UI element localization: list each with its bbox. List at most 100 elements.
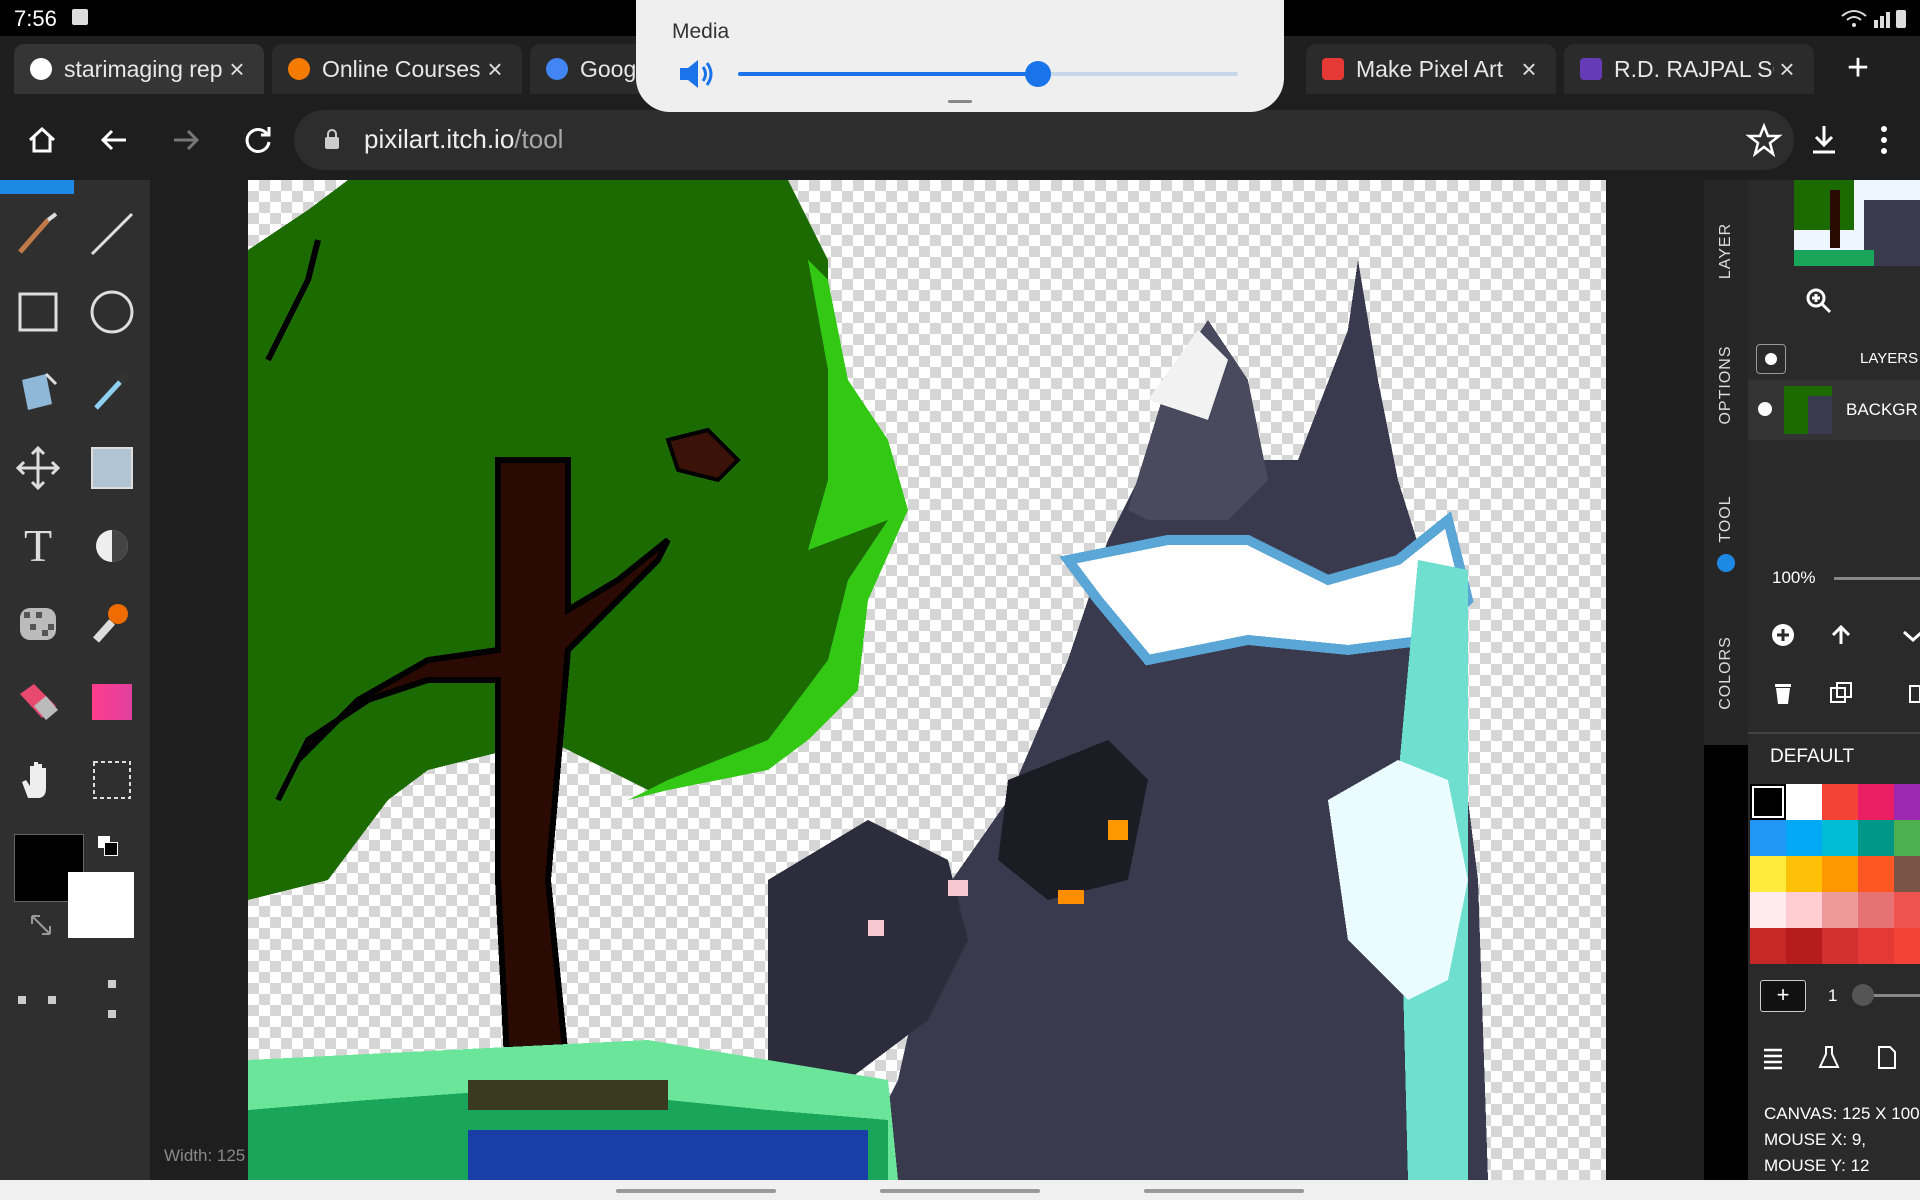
canvas-preview[interactable] [1794,180,1920,266]
lock-icon [325,129,339,149]
reset-colors-icon[interactable] [28,912,54,938]
pixel-canvas[interactable] [248,180,1606,1180]
list-icon[interactable] [1760,1044,1786,1070]
close-tab-icon[interactable]: × [224,56,250,82]
text-icon[interactable]: T [12,520,64,572]
merge-layer-icon[interactable] [1908,680,1920,706]
star-icon[interactable] [1742,118,1786,162]
site-icon [288,58,310,80]
add-color-button[interactable]: + [1760,980,1806,1012]
add-layer-icon[interactable] [1770,622,1796,648]
brush-size-knob[interactable] [1852,984,1874,1006]
forward-icon[interactable] [164,118,208,162]
palette-swatch[interactable] [1750,856,1786,892]
palette-swatch[interactable] [1786,892,1822,928]
flask-icon[interactable] [1816,1044,1842,1070]
move-layer-up-icon[interactable] [1828,622,1854,648]
gesture-handle [1144,1189,1304,1193]
home-icon[interactable] [20,118,64,162]
palette-swatch[interactable] [1894,856,1920,892]
rectangle-icon[interactable] [12,286,64,338]
zoom-slider[interactable] [1834,577,1920,580]
crop-icon[interactable] [86,754,138,806]
volume-knob[interactable] [1025,61,1051,87]
tab-rd-rajpal[interactable]: R.D. RAJPAL SC × [1564,44,1814,94]
palette-swatch[interactable] [1822,784,1858,820]
palette-swatch[interactable] [1750,820,1786,856]
palette-swatch[interactable] [1822,856,1858,892]
stamp-icon[interactable] [86,598,138,650]
line-icon[interactable] [86,208,138,260]
palette-swatch[interactable] [1858,928,1894,964]
palette-swatch[interactable] [1858,820,1894,856]
close-tab-icon[interactable]: × [1516,56,1542,82]
speaker-icon[interactable] [676,54,716,94]
palette-swatch[interactable] [1822,892,1858,928]
mouse-x-info: MOUSE X: 9, [1764,1130,1867,1149]
palette-swatch[interactable] [1894,820,1920,856]
tab-colors[interactable]: COLORS [1704,620,1748,730]
palette-swatch[interactable] [1894,892,1920,928]
lighten-icon[interactable] [86,520,138,572]
reload-icon[interactable] [236,118,280,162]
document-icon[interactable] [1874,1044,1900,1070]
download-icon[interactable] [1802,118,1846,162]
layer-settings-icon[interactable] [1756,344,1786,374]
tab-make-pixel-art[interactable]: Make Pixel Art × [1306,44,1556,94]
layer-row[interactable]: BACKGR [1748,380,1920,440]
palette-swatch[interactable] [1894,928,1920,964]
plus-icon[interactable]: + [1838,48,1878,88]
palette-swatch[interactable] [1786,928,1822,964]
selection-fill-icon[interactable] [86,442,138,494]
palette-swatch[interactable] [1894,784,1920,820]
volume-slider[interactable] [738,61,1238,87]
dither-icon[interactable] [12,598,64,650]
layer-name: BACKGR [1846,400,1918,419]
palette-swatch[interactable] [1750,928,1786,964]
close-tab-icon[interactable]: × [1774,56,1800,82]
signal-icon [1841,10,1906,28]
tab-online-courses[interactable]: Online Courses × [272,44,522,94]
tab-label: LAYER [1717,222,1734,280]
palette-swatch[interactable] [1750,892,1786,928]
palette-swatch[interactable] [1750,784,1786,820]
palette-swatch[interactable] [1786,856,1822,892]
bucket-icon[interactable] [12,364,64,416]
url-path: /tool [514,124,564,154]
close-tab-icon[interactable]: × [482,56,508,82]
brush-size-slider[interactable] [1852,984,1920,1006]
ellipse-icon[interactable] [86,286,138,338]
popup-drag-handle[interactable] [948,100,972,103]
duplicate-layer-icon[interactable] [1828,680,1854,706]
back-icon[interactable] [92,118,136,162]
palette-swatch[interactable] [1858,892,1894,928]
move-icon[interactable] [12,442,64,494]
tab-title: Online Courses [322,55,481,82]
active-tab-dot [1717,554,1735,572]
eraser-icon[interactable] [12,676,64,728]
layer-visibility-icon[interactable] [1758,402,1772,416]
palette-swatch[interactable] [1822,820,1858,856]
palette-swatch[interactable] [1786,820,1822,856]
palette-swatch[interactable] [1858,784,1894,820]
eyedropper-icon[interactable] [86,364,138,416]
move-layer-down-icon[interactable] [1900,622,1920,648]
tab-layer[interactable]: LAYER [1704,200,1748,300]
hand-icon[interactable] [12,754,64,806]
zoom-in-icon[interactable] [1804,286,1834,316]
secondary-color-swatch[interactable] [68,872,134,938]
gradient-icon[interactable] [86,676,138,728]
palette-swatch[interactable] [1786,784,1822,820]
address-bar[interactable]: pixilart.itch.io/tool [294,110,1794,170]
clock: 7:56 [14,6,57,31]
palette-swatch[interactable] [1858,856,1894,892]
tab-tool[interactable]: TOOL [1704,470,1748,580]
delete-layer-icon[interactable] [1770,680,1796,706]
tab-options[interactable]: OPTIONS [1704,334,1748,434]
menu-icon[interactable] [1862,118,1906,162]
palette-swatch[interactable] [1822,928,1858,964]
brush-icon[interactable] [12,208,64,260]
active-tool-indicator [0,180,74,194]
tab-starimaging[interactable]: starimaging rep × [14,44,264,94]
swap-colors-icon[interactable] [98,836,118,856]
